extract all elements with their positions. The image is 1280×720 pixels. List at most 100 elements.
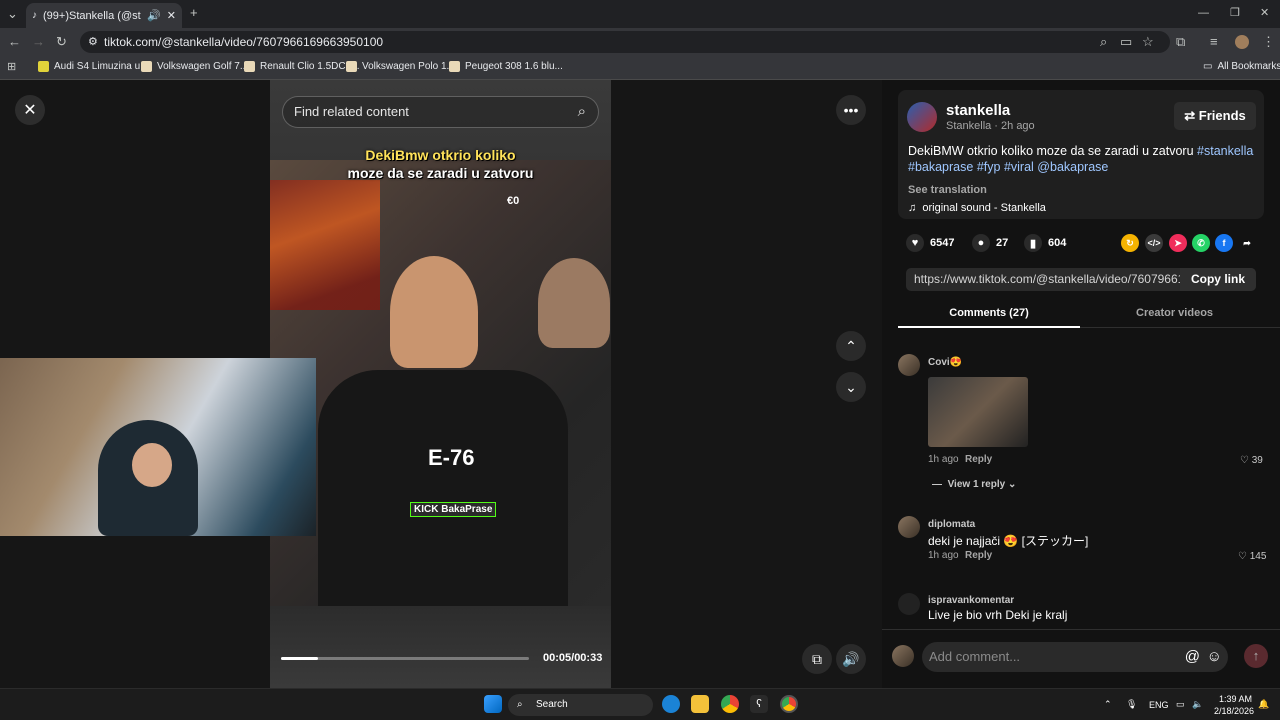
description-text: DekiBMW otkrio koliko moze da se zaradi … xyxy=(908,144,1194,158)
hashtag-link[interactable]: #stankella xyxy=(1197,144,1253,158)
mention-icon[interactable]: @ xyxy=(1185,642,1200,672)
tab-creator-videos[interactable]: Creator videos xyxy=(1136,307,1213,319)
creator-avatar[interactable] xyxy=(907,102,937,132)
tab-comments[interactable]: Comments (27) xyxy=(898,307,1080,328)
close-video-button[interactable]: ✕ xyxy=(15,95,45,125)
comment-item: Covi😍 1h ago Reply ♡ 39 — View 1 reply ⌄ xyxy=(898,354,1268,494)
tab-search-icon[interactable]: ⌄ xyxy=(7,7,18,21)
hashtag-link[interactable]: #viral xyxy=(1004,160,1034,174)
url-field[interactable]: ⚙ tiktok.com/@stankella/video/7607966169… xyxy=(80,31,1170,53)
more-icon: ••• xyxy=(843,102,859,118)
bookmark-2[interactable]: Volkswagen Golf 7... xyxy=(141,61,248,72)
chrome-active-icon[interactable] xyxy=(780,695,798,713)
more-options-button[interactable]: ••• xyxy=(836,95,866,125)
reload-icon[interactable]: ↻ xyxy=(56,35,67,49)
commenter-name[interactable]: diplomata xyxy=(928,519,975,530)
cast-icon[interactable]: ▭ xyxy=(1120,35,1132,49)
sound-link[interactable]: ♫ original sound - Stankella xyxy=(908,202,1046,214)
progress-bar[interactable] xyxy=(281,657,529,660)
commenter-name[interactable]: ispravankomentar xyxy=(928,595,1014,606)
next-video-button[interactable]: ⌄ xyxy=(836,372,866,402)
comment-like-button[interactable]: ♡ 145 xyxy=(1238,551,1266,562)
comment-like-button[interactable]: ♡ 39 xyxy=(1240,455,1263,466)
save-button[interactable]: ▮ 604 xyxy=(1024,234,1066,252)
reply-button[interactable]: Reply xyxy=(965,454,992,465)
like-button[interactable]: ♥ 6547 xyxy=(906,234,954,252)
comment-image[interactable] xyxy=(928,377,1028,447)
extensions-icon[interactable]: ⧉ xyxy=(1176,35,1185,49)
forward-icon[interactable]: → xyxy=(32,35,45,49)
reply-button[interactable]: Reply xyxy=(965,550,992,561)
send-icon[interactable]: ➤ xyxy=(1169,234,1187,252)
volume-tray-icon[interactable]: 🔈 xyxy=(1192,699,1203,710)
related-search-input[interactable]: Find related content ⌕ xyxy=(282,96,599,128)
comment-input[interactable]: Add comment... @ ☺ xyxy=(922,642,1228,672)
network-icon[interactable]: ▭ xyxy=(1176,699,1185,710)
tray-chevron-icon[interactable]: ⌃ xyxy=(1104,699,1112,710)
whatsapp-icon[interactable]: ✆ xyxy=(1192,234,1210,252)
hashtag-link[interactable]: #bakaprase xyxy=(908,160,973,174)
notification-icon[interactable]: 🔔 xyxy=(1258,699,1269,710)
copy-link-button[interactable]: Copy link xyxy=(1180,268,1256,291)
windows-taskbar: ⌕ Search ʕ ⌃ 🎙 ENG ▭ 🔈 1:39 AM 2/18/2026… xyxy=(0,688,1280,720)
maximize-icon[interactable]: ❐ xyxy=(1230,6,1240,20)
embed-icon[interactable]: </> xyxy=(1145,234,1163,252)
taskbar-search[interactable]: ⌕ Search xyxy=(508,694,653,716)
euro-label: €0 xyxy=(507,195,520,207)
profile-avatar[interactable] xyxy=(1235,35,1249,49)
comment-item: diplomata deki je najjači 😍 [ステッカー] 1h a… xyxy=(898,516,1268,566)
view-replies-button[interactable]: — View 1 reply ⌄ xyxy=(932,479,1016,490)
bookmark-favicon xyxy=(141,61,152,72)
apps-icon[interactable]: ⊞ xyxy=(7,60,16,74)
heart-outline-icon: ♡ xyxy=(1240,455,1249,466)
bookmark-4[interactable]: Volkswagen Polo 1.... xyxy=(346,61,458,72)
close-tab-icon[interactable]: ✕ xyxy=(167,9,176,22)
all-bookmarks[interactable]: ▭ All Bookmarks xyxy=(1203,61,1280,72)
chrome-icon[interactable] xyxy=(721,695,739,713)
share-arrow-icon[interactable]: ➦ xyxy=(1238,234,1256,252)
facebook-icon[interactable]: f xyxy=(1215,234,1233,252)
browser-tab[interactable]: ♪ (99+)Stankella (@stankella) 🔊 ✕ xyxy=(26,3,182,28)
previous-video-button[interactable]: ⌃ xyxy=(836,331,866,361)
commenter-name[interactable]: Covi😍 xyxy=(928,357,962,368)
commenter-avatar[interactable] xyxy=(898,593,920,615)
bookmark-3[interactable]: Renault Clio 1.5DCI/... xyxy=(244,61,360,72)
file-explorer-icon[interactable] xyxy=(691,695,709,713)
minimize-icon[interactable]: — xyxy=(1198,6,1209,20)
language-indicator[interactable]: ENG xyxy=(1149,700,1169,710)
share-link-field[interactable]: https://www.tiktok.com/@stankella/video/… xyxy=(906,268,1256,291)
commenter-avatar[interactable] xyxy=(898,354,920,376)
video-player[interactable]: E-76 KICK BakaPrase DekiBmw otkrio kolik… xyxy=(270,80,611,688)
audio-icon[interactable]: 🔊 xyxy=(147,9,161,22)
bookmark-star-icon[interactable]: ☆ xyxy=(1142,35,1154,49)
bookmark-1[interactable]: Audi S4 Limuzina u... xyxy=(38,61,149,72)
repost-icon[interactable]: ↻ xyxy=(1121,234,1139,252)
volume-button[interactable]: 🔊 xyxy=(836,644,866,674)
post-comment-button[interactable]: ↑ xyxy=(1244,644,1268,668)
bookmark-favicon xyxy=(449,61,460,72)
clock[interactable]: 1:39 AM 2/18/2026 xyxy=(1214,693,1254,717)
see-translation-link[interactable]: See translation xyxy=(908,184,987,196)
comment-button[interactable]: ● 27 xyxy=(972,234,1008,252)
search-icon[interactable]: ⌕ xyxy=(578,97,586,127)
creator-username[interactable]: stankella xyxy=(946,102,1010,119)
bookmark-5[interactable]: Peugeot 308 1.6 blu... xyxy=(449,61,563,72)
microphone-icon[interactable]: 🎙 xyxy=(1126,699,1137,710)
emoji-icon[interactable]: ☺ xyxy=(1207,642,1222,672)
friends-button[interactable]: ⇄ Friends xyxy=(1174,102,1256,130)
hashtag-link[interactable]: #fyp xyxy=(977,160,1001,174)
media-icon[interactable]: ≡ xyxy=(1210,35,1218,49)
zoom-icon[interactable]: ⌕ xyxy=(1100,35,1107,49)
app-icon[interactable]: ʕ xyxy=(750,695,768,713)
close-window-icon[interactable]: ✕ xyxy=(1260,6,1269,20)
pip-button[interactable]: ⧉ xyxy=(802,644,832,674)
menu-icon[interactable]: ⋮ xyxy=(1262,35,1275,49)
edge-icon[interactable] xyxy=(662,695,680,713)
commenter-avatar[interactable] xyxy=(898,516,920,538)
new-tab-icon[interactable]: + xyxy=(190,6,198,20)
caption-line-2: moze da se zaradi u zatvoru xyxy=(347,165,534,181)
back-icon[interactable]: ← xyxy=(8,35,21,49)
site-info-icon[interactable]: ⚙ xyxy=(88,31,98,53)
start-icon[interactable] xyxy=(484,695,502,713)
mention-link[interactable]: @bakaprase xyxy=(1037,160,1108,174)
